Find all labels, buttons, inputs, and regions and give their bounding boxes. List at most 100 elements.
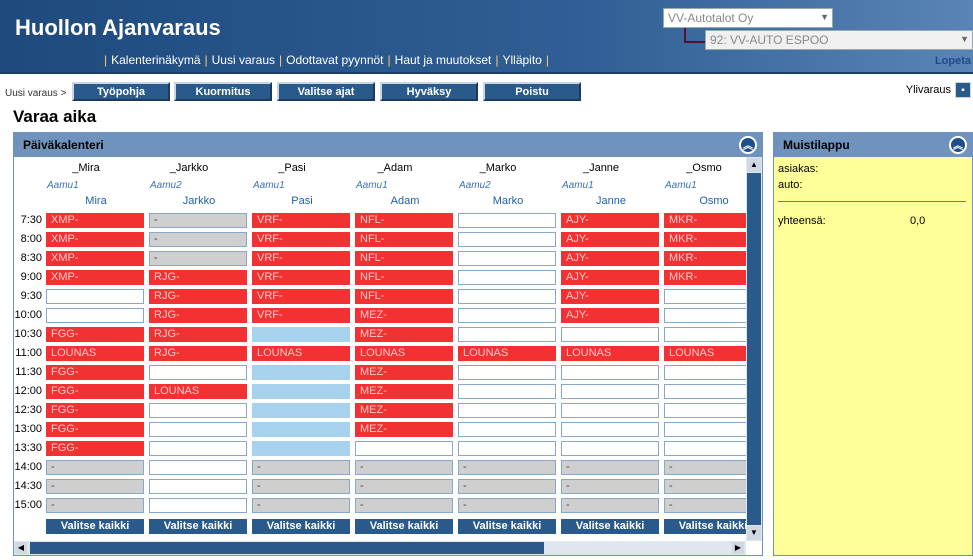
time-slot[interactable]: XMP- (46, 251, 144, 266)
time-slot[interactable] (149, 422, 247, 437)
time-slot[interactable]: NFL- (355, 270, 453, 285)
time-slot[interactable]: VRF- (252, 213, 350, 228)
time-slot[interactable]: RJG- (149, 308, 247, 323)
time-slot[interactable] (458, 327, 556, 342)
time-slot[interactable]: - (355, 479, 453, 494)
time-slot[interactable]: MEZ- (355, 403, 453, 418)
scroll-down-icon[interactable]: ▼ (747, 526, 761, 540)
select-times-button[interactable]: Valitse ajat (277, 82, 375, 101)
time-slot[interactable]: - (149, 232, 247, 247)
time-slot[interactable]: - (561, 460, 659, 475)
employee-name[interactable]: Adam (355, 195, 455, 207)
time-slot[interactable] (149, 460, 247, 475)
time-slot[interactable]: AJY- (561, 308, 659, 323)
time-slot[interactable] (252, 422, 350, 437)
time-slot[interactable]: VRF- (252, 232, 350, 247)
time-slot[interactable]: XMP- (46, 213, 144, 228)
time-slot[interactable]: AJY- (561, 270, 659, 285)
time-slot[interactable] (458, 384, 556, 399)
time-slot[interactable]: VRF- (252, 308, 350, 323)
time-slot[interactable]: - (355, 498, 453, 513)
time-slot[interactable]: LOUNAS (561, 346, 659, 361)
time-slot[interactable]: - (561, 479, 659, 494)
time-slot[interactable]: AJY- (561, 213, 659, 228)
time-slot[interactable] (252, 384, 350, 399)
time-slot[interactable] (561, 403, 659, 418)
time-slot[interactable]: NFL- (355, 213, 453, 228)
time-slot[interactable]: NFL- (355, 232, 453, 247)
company-select[interactable]: VV-Autotalot Oy ▼ (663, 8, 833, 28)
time-slot[interactable]: RJG- (149, 289, 247, 304)
time-slot[interactable] (149, 403, 247, 418)
time-slot[interactable]: XMP- (46, 270, 144, 285)
time-slot[interactable] (252, 327, 350, 342)
time-slot[interactable]: - (46, 479, 144, 494)
time-slot[interactable] (458, 289, 556, 304)
time-slot[interactable]: LOUNAS (149, 384, 247, 399)
time-slot[interactable]: FGG- (46, 327, 144, 342)
time-slot[interactable] (561, 384, 659, 399)
time-slot[interactable]: RJG- (149, 327, 247, 342)
time-slot[interactable] (458, 232, 556, 247)
nav-item[interactable]: Uusi varaus (212, 53, 275, 67)
logout-link[interactable]: Lopeta (935, 55, 971, 67)
time-slot[interactable]: VRF- (252, 289, 350, 304)
time-slot[interactable]: MEZ- (355, 308, 453, 323)
time-slot[interactable] (252, 441, 350, 456)
time-slot[interactable] (458, 422, 556, 437)
time-slot[interactable] (458, 270, 556, 285)
select-all-button[interactable]: Valitse kaikki (561, 519, 659, 534)
employee-name[interactable]: Pasi (252, 195, 352, 207)
time-slot[interactable]: VRF- (252, 251, 350, 266)
nav-item[interactable]: Haut ja muutokset (395, 53, 492, 67)
time-slot[interactable] (252, 403, 350, 418)
time-slot[interactable]: MEZ- (355, 384, 453, 399)
time-slot[interactable]: - (458, 460, 556, 475)
time-slot[interactable] (458, 365, 556, 380)
collapse-icon[interactable]: ︽ (949, 136, 967, 154)
select-all-button[interactable]: Valitse kaikki (355, 519, 453, 534)
employee-name[interactable]: Marko (458, 195, 558, 207)
vertical-scrollbar[interactable]: ▲ ▼ (746, 157, 762, 541)
time-slot[interactable]: RJG- (149, 346, 247, 361)
time-slot[interactable] (46, 308, 144, 323)
time-slot[interactable]: LOUNAS (252, 346, 350, 361)
nav-item[interactable]: Odottavat pyynnöt (286, 53, 383, 67)
scroll-left-icon[interactable]: ◀ (15, 542, 27, 554)
time-slot[interactable]: FGG- (46, 403, 144, 418)
nav-item[interactable]: Ylläpito (503, 53, 542, 67)
exit-button[interactable]: Poistu (483, 82, 581, 101)
time-slot[interactable] (46, 289, 144, 304)
time-slot[interactable]: NFL- (355, 289, 453, 304)
time-slot[interactable] (458, 403, 556, 418)
scroll-right-icon[interactable]: ▶ (732, 542, 744, 554)
time-slot[interactable]: - (355, 460, 453, 475)
employee-name[interactable]: Jarkko (149, 195, 249, 207)
time-slot[interactable]: AJY- (561, 251, 659, 266)
time-slot[interactable]: LOUNAS (458, 346, 556, 361)
time-slot[interactable] (149, 498, 247, 513)
scroll-up-icon[interactable]: ▲ (747, 158, 761, 172)
load-button[interactable]: Kuormitus (174, 82, 272, 101)
employee-name[interactable]: Mira (46, 195, 146, 207)
time-slot[interactable]: RJG- (149, 270, 247, 285)
time-slot[interactable] (458, 213, 556, 228)
collapse-icon[interactable]: ︽ (739, 136, 757, 154)
time-slot[interactable]: AJY- (561, 232, 659, 247)
time-slot[interactable]: AJY- (561, 289, 659, 304)
nav-item[interactable]: Kalenterinäkymä (111, 53, 200, 67)
time-slot[interactable]: NFL- (355, 251, 453, 266)
time-slot[interactable] (458, 441, 556, 456)
time-slot[interactable]: FGG- (46, 441, 144, 456)
time-slot[interactable]: - (46, 498, 144, 513)
overbooking-toggle-button[interactable]: ▪ (955, 82, 971, 98)
time-slot[interactable] (561, 441, 659, 456)
time-slot[interactable]: - (149, 213, 247, 228)
time-slot[interactable]: FGG- (46, 422, 144, 437)
time-slot[interactable] (355, 441, 453, 456)
time-slot[interactable] (561, 327, 659, 342)
time-slot[interactable]: - (458, 479, 556, 494)
time-slot[interactable]: - (458, 498, 556, 513)
select-all-button[interactable]: Valitse kaikki (46, 519, 144, 534)
time-slot[interactable] (149, 365, 247, 380)
